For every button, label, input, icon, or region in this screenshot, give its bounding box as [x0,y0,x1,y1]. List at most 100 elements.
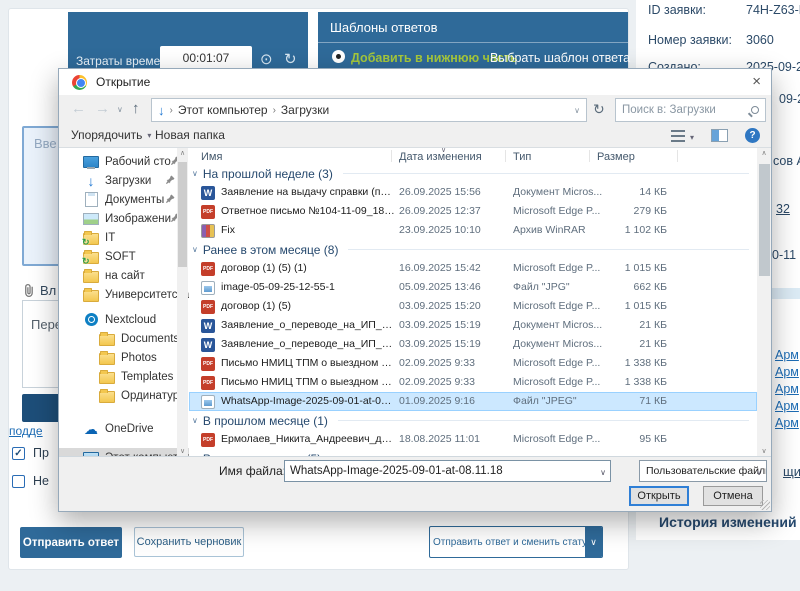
file-group-header[interactable]: ∨ Ранее в этом году (5) [189,449,757,456]
filename-input[interactable] [285,461,610,481]
sidebar-item[interactable]: Документы [59,190,189,209]
back-icon[interactable]: ← [71,100,86,117]
sidebar-item[interactable]: Templates [59,367,189,386]
scroll-up-icon[interactable]: ∧ [177,149,188,157]
up-icon[interactable]: ↑ [132,100,140,117]
column-name[interactable]: Имя [201,151,222,163]
file-group-header[interactable]: ∨ В прошлом месяце (1) [189,411,757,430]
file-row[interactable]: договор (1) (5) (1) 16.09.2025 15:42 Mic… [189,259,757,278]
attachment-link[interactable]: Арм [775,416,799,430]
file-list-scrollbar[interactable]: ∧ ∨ [757,148,771,456]
file-name[interactable]: Письмо НМИЦ ТПМ о выездном меро… [221,376,395,388]
sidebar-item[interactable]: Documents [59,329,189,348]
help-icon[interactable]: ? [745,128,760,143]
breadcrumb-this-pc[interactable]: Этот компьютер [178,103,268,117]
file-name[interactable]: Ответное письмо №104-11-09_18694 от … [221,205,395,217]
view-chevron-icon[interactable]: ▾ [690,133,694,142]
file-row[interactable]: Письмо НМИЦ ТПМ о выездном меро… 02.09.2… [189,373,757,392]
organize-menu[interactable]: Упорядочить ▾ [71,128,151,142]
scrollbar-thumb[interactable] [178,162,187,267]
append-bottom-radio[interactable] [332,50,345,63]
column-size[interactable]: Размер [597,151,635,163]
sidebar-item[interactable]: Photos [59,348,189,367]
file-row[interactable]: Заявление_о_переводе_на_ИП_СПО_09… 03.09… [189,335,757,354]
history-chevron-icon[interactable]: ∨ [117,105,123,114]
refresh-time-icon[interactable]: ↻ [284,50,297,68]
preview-pane-icon[interactable] [711,129,728,142]
breadcrumb-downloads[interactable]: Загрузки [281,103,329,117]
attachment-link[interactable]: Арм [775,348,799,362]
column-type[interactable]: Тип [513,151,531,163]
sidebar-item[interactable]: Изображени [59,209,189,228]
sidebar-item[interactable]: ↻ SOFT [59,247,189,266]
file-row[interactable]: WhatsApp-Image-2025-09-01-at-08.11.18 01… [189,392,757,411]
sidebar-item[interactable]: Рабочий сто [59,152,189,171]
file-name[interactable]: Заявление_о_переводе_на_ИП_СПО_09… [221,319,395,331]
attachment-link[interactable]: Арм [775,365,799,379]
checkbox-unchecked-icon[interactable] [12,475,25,488]
collapse-chevron-icon[interactable]: ∨ [192,245,198,254]
breadcrumb[interactable]: ↓ › Этот компьютер › Загрузки ∨ [151,98,587,122]
checkbox-row-2[interactable]: Не [12,474,49,488]
refresh-icon[interactable]: ↻ [593,101,605,118]
file-name[interactable]: договор (1) (5) (1) [221,262,395,274]
chevron-down-icon[interactable]: ∨ [585,527,602,557]
file-row[interactable]: Письмо НМИЦ ТПМ о выездном меро… 02.09.2… [189,354,757,373]
file-row[interactable]: image-05-09-25-12-55-1 05.09.2025 13:46 … [189,278,757,297]
sidebar-item[interactable]: Университетска [59,285,189,304]
close-icon[interactable]: × [752,73,761,90]
file-row[interactable]: Ермолаев_Никита_Андреевич_договор 18.08.… [189,430,757,449]
search-icon[interactable] [751,106,759,114]
scroll-up-icon[interactable]: ∧ [757,149,771,157]
sidebar-item[interactable]: Nextcloud [59,310,189,329]
cancel-button[interactable]: Отмена [703,486,763,506]
sidebar-item[interactable]: на сайт [59,266,189,285]
file-row[interactable]: Заявление на выдачу справки (период … 26… [189,183,757,202]
file-name[interactable]: Заявление_о_переводе_на_ИП_СПО_09… [221,338,395,350]
filename-combobox[interactable]: ∨ [284,460,611,482]
checkbox-checked-icon[interactable]: ✓ [12,447,25,460]
supported-formats-link[interactable]: подде [9,424,43,438]
attachment-link[interactable]: Арм [775,399,799,413]
link-fragment-32[interactable]: 32 [776,202,790,216]
send-reply-button[interactable]: Отправить ответ [20,527,122,558]
clock-icon[interactable]: ⊙ [260,50,273,68]
save-draft-button[interactable]: Сохранить черновик [134,527,244,557]
sidebar-item[interactable]: Загрузки [59,171,189,190]
collapse-chevron-icon[interactable]: ∨ [192,416,198,425]
file-row[interactable]: Ответное письмо №104-11-09_18694 от … 26… [189,202,757,221]
attachment-link[interactable]: Арм [775,382,799,396]
collapse-chevron-icon[interactable]: ∨ [192,169,198,178]
scroll-down-icon[interactable]: ∨ [177,447,188,455]
file-name[interactable]: Заявление на выдачу справки (период … [221,186,395,198]
file-row[interactable]: договор (1) (5) 03.09.2025 15:20 Microso… [189,297,757,316]
dialog-titlebar[interactable]: Открытие × [59,69,771,95]
file-name[interactable]: WhatsApp-Image-2025-09-01-at-08.11.18 [221,395,395,407]
file-name[interactable]: Ермолаев_Никита_Андреевич_договор [221,433,395,445]
file-row[interactable]: Заявление_о_переводе_на_ИП_СПО_09… 03.09… [189,316,757,335]
new-folder-button[interactable]: Новая папка [155,128,225,142]
send-and-change-status-button[interactable]: Отправить ответ и сменить статус ∨ [429,526,603,558]
search-input[interactable] [622,104,751,116]
open-button[interactable]: Открыть [629,486,689,506]
file-name[interactable]: договор (1) (5) [221,300,395,312]
resize-grip[interactable] [760,500,770,510]
sidebar-item[interactable]: OneDrive [59,419,189,438]
address-dropdown-icon[interactable]: ∨ [574,106,580,115]
file-group-header[interactable]: ∨ На прошлой неделе (3) [189,164,757,183]
sidebar-item[interactable]: Этот компьютер [59,448,189,456]
link-fragment-bottom[interactable]: щие [783,464,800,479]
chevron-down-icon[interactable]: ∨ [600,468,606,477]
scrollbar-thumb[interactable] [759,164,770,276]
search-box[interactable] [615,98,766,122]
sidebar-item[interactable]: Ординатура [59,386,189,405]
file-row[interactable]: Fix 23.09.2025 10:10 Архив WinRAR 1 102 … [189,221,757,240]
sidebar-item[interactable]: ↻ IT [59,228,189,247]
checkbox-row-1[interactable]: ✓ Пр [12,446,49,460]
column-date[interactable]: Дата изменения [399,151,482,163]
file-group-header[interactable]: ∨ Ранее в этом месяце (8) [189,240,757,259]
time-spent-input[interactable]: 00:01:07 [160,46,252,70]
sidebar-scrollbar[interactable]: ∧ ∨ [177,148,188,456]
file-name[interactable]: Fix [221,224,395,236]
file-name[interactable]: image-05-09-25-12-55-1 [221,281,395,293]
